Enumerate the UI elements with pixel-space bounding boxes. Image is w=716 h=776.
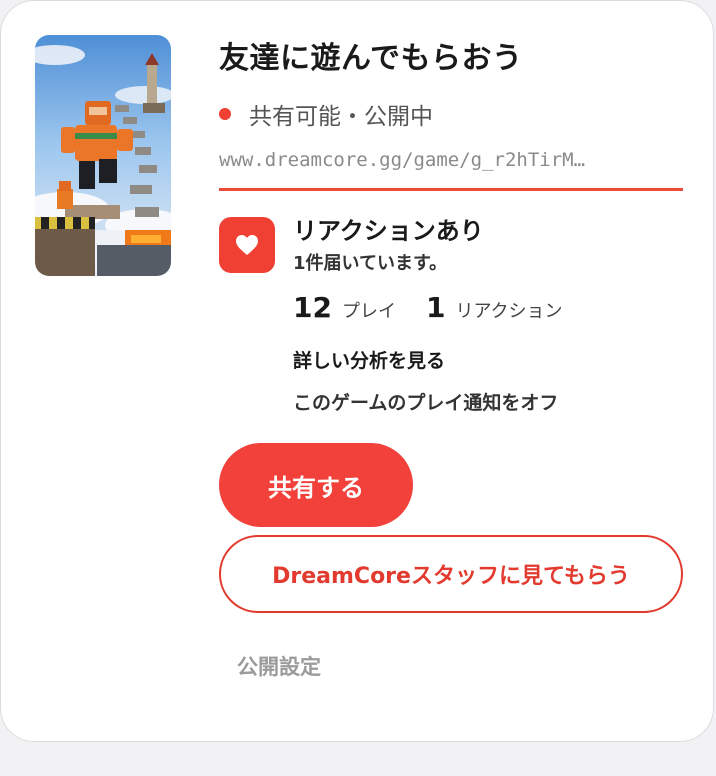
reactions-count: 1 xyxy=(425,291,446,324)
share-url[interactable]: www.dreamcore.gg/game/g_r2hTirM… xyxy=(219,135,683,191)
share-status: 共有可能・公開中 xyxy=(219,97,433,131)
reaction-badge xyxy=(219,217,275,273)
disable-notifications-link[interactable]: このゲームのプレイ通知をオフ xyxy=(293,388,558,415)
game-card: 友達に遊んでもらおう 共有可能・公開中 www.dreamcore.gg/gam… xyxy=(0,0,714,742)
staff-review-button[interactable]: DreamCoreスタッフに見てもらう xyxy=(219,535,683,613)
status-text: 共有可能・公開中 xyxy=(249,104,433,130)
plays-count: 12 xyxy=(293,291,332,324)
reaction-subtitle: 1件届いています。 xyxy=(293,253,448,274)
page-title: 友達に遊んでもらおう xyxy=(219,41,523,76)
stats-row: 12 プレイ 1 リアクション xyxy=(293,291,563,324)
game-thumbnail[interactable] xyxy=(35,35,171,276)
share-button[interactable]: 共有する xyxy=(219,443,413,527)
heart-icon xyxy=(236,235,258,255)
thumbnail-image xyxy=(35,35,171,276)
view-analytics-link[interactable]: 詳しい分析を見る xyxy=(293,346,445,373)
plays-label: プレイ xyxy=(341,301,396,322)
status-dot-icon xyxy=(219,108,231,120)
reaction-title: リアクションあり xyxy=(293,217,484,245)
reactions-label: リアクション xyxy=(455,301,563,322)
publish-settings-link[interactable]: 公開設定 xyxy=(237,651,321,681)
